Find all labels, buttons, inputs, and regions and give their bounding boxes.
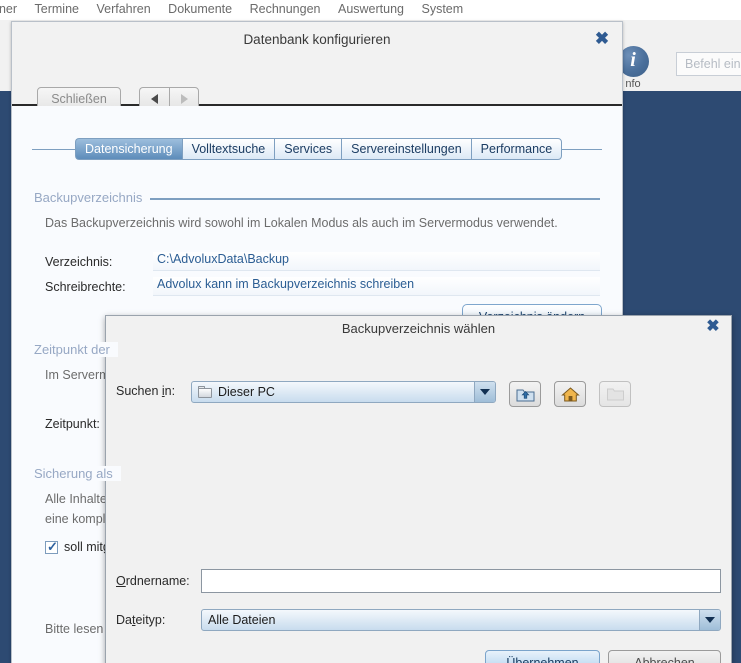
folder-icon [198,386,212,398]
dir-label: Verzeichnis: [45,255,113,269]
menu-bar: dner Termine Verfahren Dokumente Rechnun… [0,0,741,20]
file-dialog-header: Backupverzeichnis wählen ✖ [106,316,731,342]
section-title: Backupverzeichnis [34,190,151,205]
file-dialog-title: Backupverzeichnis wählen [341,321,496,336]
new-folder-button [599,381,631,407]
tab-volltextsuche[interactable]: Volltextsuche [181,138,275,160]
home-icon [560,386,580,401]
lookin-label: Suchen in: [116,384,175,398]
dialog-title: Datenbank konfigurieren [243,32,391,47]
chevron-down-icon[interactable] [699,610,720,630]
section-title: Zeitpunkt der [34,342,118,357]
menu-item-dokumente[interactable]: Dokumente [161,0,239,16]
rights-value: Advolux kann im Backupverzeichnis schrei… [153,277,600,296]
foldername-label-accel: O [116,574,126,588]
menu-item-verfahren[interactable]: Verfahren [89,0,157,16]
accept-button[interactable]: Übernehmen [485,650,600,663]
foldername-label-post: rdnername: [125,574,190,588]
arrow-left-icon [151,93,158,104]
lookin-label-post: n: [164,384,176,398]
up-folder-button[interactable] [509,381,541,407]
checkbox-checked-icon[interactable] [45,539,58,555]
backup-description: Das Backupverzeichnis wird sowohl im Lok… [45,216,558,230]
zeitpunkt-label: Zeitpunkt: [45,417,100,431]
arrow-right-icon [180,93,188,104]
menu-item-termine[interactable]: Termine [28,0,86,16]
chevron-down-icon[interactable] [474,382,495,402]
tab-datensicherung[interactable]: Datensicherung [75,138,182,160]
menu-item-system[interactable]: System [414,0,470,16]
folder-chooser-dialog: Backupverzeichnis wählen ✖ Suchen in: Di… [105,315,732,663]
close-icon[interactable]: ✖ [705,319,721,336]
lookin-combobox[interactable]: Dieser PC [191,381,496,403]
menu-item-ordner[interactable]: dner [0,0,24,16]
foldername-input[interactable] [201,569,721,593]
filetype-label-post: eityp: [135,613,166,627]
lookin-label-pre: Suchen [116,384,162,398]
file-dialog-body: Suchen in: Dieser PC Ordnername: Dateity… [106,342,731,663]
section-header-backup: Backupverzeichnis [34,190,600,206]
close-icon[interactable]: ✖ [594,30,610,48]
home-button[interactable] [554,381,586,407]
tab-servereinstellungen[interactable]: Servereinstellungen [341,138,471,160]
up-folder-icon [516,389,534,401]
filetype-combobox[interactable]: Alle Dateien [201,609,721,631]
tab-services[interactable]: Services [274,138,342,160]
foldername-label: Ordnername: [116,574,190,588]
filetype-label-pre: Da [116,613,132,627]
rights-label: Schreibrechte: [45,280,126,294]
filetype-value: Alle Dateien [208,613,276,627]
lookin-value: Dieser PC [218,385,275,399]
cancel-button[interactable]: Abbrechen [608,650,721,663]
menu-item-rechnungen[interactable]: Rechnungen [243,0,328,16]
tab-bar: Datensicherung Volltextsuche Services Se… [12,138,622,162]
command-input[interactable]: Befehl eing [676,52,741,76]
screen: dner Termine Verfahren Dokumente Rechnun… [0,0,741,663]
dialog-header: Datenbank konfigurieren ✖ Schließen [12,22,622,110]
new-folder-icon [606,388,624,401]
tab-performance[interactable]: Performance [470,138,563,160]
section-title: Sicherung als [34,466,121,481]
dir-value: C:\AdvoluxData\Backup [153,252,600,271]
menu-item-auswertung[interactable]: Auswertung [331,0,411,16]
filetype-label: Dateityp: [116,613,165,627]
